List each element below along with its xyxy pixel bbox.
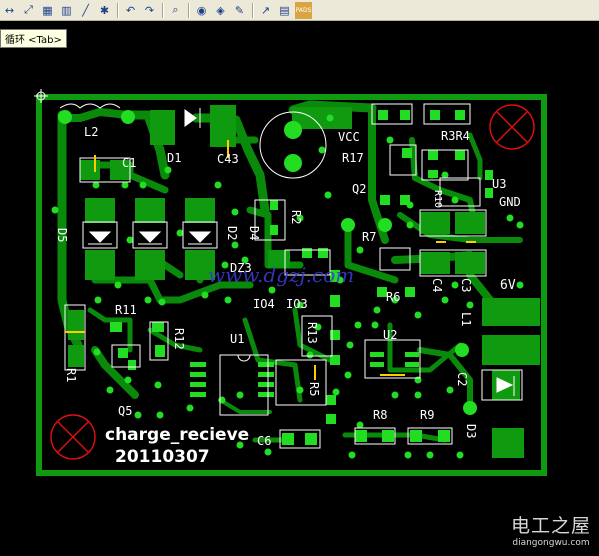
toolbar-button-paint-icon[interactable]: ✎ [231,2,248,19]
toolbar-button-layers-icon[interactable]: ▤ [276,2,293,19]
refdes-R17: R17 [342,151,364,165]
site-watermark-en: diangongwu.com [512,538,590,548]
refdes-D1: D1 [167,151,181,165]
toolbar-button-via-icon[interactable]: ✱ [96,2,113,19]
toolbar-button-zoom-icon[interactable]: ⌕ [167,2,184,19]
refdes-R1: R1 [64,368,78,382]
refdes-C1: C1 [122,156,136,170]
refdes-L2: L2 [84,125,98,139]
refdes-U1: U1 [230,332,244,346]
refdes-R8: R8 [373,408,387,422]
refdes-L1: L1 [459,312,473,326]
refdes-Q5: Q5 [118,404,132,418]
toolbar-button-component-icon[interactable]: ▥ [58,2,75,19]
refdes-C6: C6 [257,434,271,448]
refdes-R3R4: R3R4 [441,129,470,143]
refdes-R13: R13 [305,322,319,344]
toolbar-button-fill-icon[interactable]: ▦ [39,2,56,19]
site-watermark-zh: 电工之屋 [510,515,591,537]
toolbar-separator [162,2,163,18]
refdes-D5: D5 [55,228,69,242]
toolbar-separator [188,2,189,18]
toolbar-button-pads-icon[interactable]: PADS [295,1,312,19]
refdes-R6: R6 [386,290,400,304]
pcb-canvas[interactable]: L2 C1 D1 C43 VCC R17 R3R4 Q2 R10 U3 GND … [0,20,599,552]
toolbar-button-open-icon[interactable]: ↗ [257,2,274,19]
refdes-R2: R2 [289,210,303,224]
refdes-IO4: IO4 [253,297,275,311]
refdes-U2: U2 [383,328,397,342]
toolbar-separator [252,2,253,18]
refdes-R7: R7 [362,230,376,244]
toolbar-button-pan-icon[interactable]: ↔ [1,2,18,19]
toolbar-separator [117,2,118,18]
toolbar-button-route-icon[interactable]: ⤢ [20,2,37,19]
pcb-toolbar: ↔ ⤢ ▦ ▥ ╱ ✱ ↶ ↷ ⌕ ◉ ◈ ✎ ↗ ▤ PADS [0,0,599,21]
refdes-R12: R12 [172,328,186,350]
refdes-6V: 6V [500,278,516,293]
refdes-VCC: VCC [338,130,360,144]
refdes-D4: D4 [247,226,261,240]
refdes-R5: R5 [307,382,321,396]
refdes-C2: C2 [455,372,469,386]
refdes-Q2: Q2 [352,182,366,196]
refdes-D2: D2 [225,226,239,240]
refdes-U3: U3 [492,177,506,191]
refdes-C43: C43 [217,152,239,166]
cycle-tab-tooltip: 循环 <Tab> [0,29,67,48]
refdes-C4: C4 [430,278,444,292]
mounting-hole-bottom-left-icon [50,414,96,460]
mounting-hole-top-right-icon [489,104,535,150]
silk-board-date: 20110307 [115,447,210,467]
toolbar-button-redo-icon[interactable]: ↷ [141,2,158,19]
refdes-C3: C3 [459,278,473,292]
refdes-D3: D3 [464,424,478,438]
overlay-site-watermark: www.dgzj.com [208,263,354,287]
pcb-layout: L2 C1 D1 C43 VCC R17 R3R4 Q2 R10 U3 GND … [34,89,547,476]
refdes-GND: GND [499,195,521,209]
refdes-R9: R9 [420,408,434,422]
toolbar-button-highlight-icon[interactable]: ◈ [212,2,229,19]
refdes-R11: R11 [115,303,137,317]
refdes-IO3: IO3 [286,297,308,311]
silk-board-title: charge_recieve [105,425,249,445]
toolbar-button-view-icon[interactable]: ◉ [193,2,210,19]
toolbar-button-line-icon[interactable]: ╱ [77,2,94,19]
toolbar-button-undo-icon[interactable]: ↶ [122,2,139,19]
refdes-R10: R10 [432,190,443,208]
site-watermark: 电工之屋 diangongwu.com [511,511,591,548]
